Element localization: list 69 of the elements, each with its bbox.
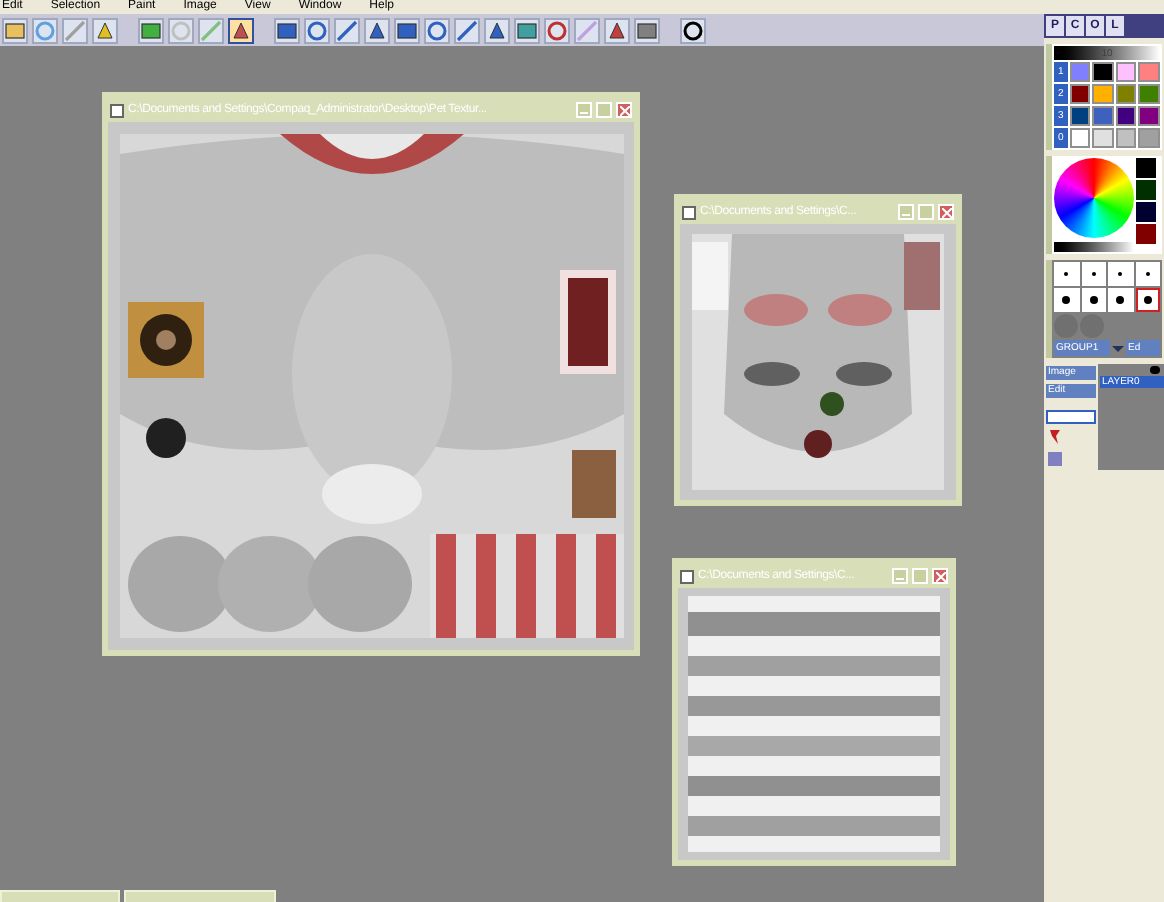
color-swatch[interactable] xyxy=(1069,128,1091,148)
color-swatch[interactable] xyxy=(1115,106,1137,126)
close-button[interactable] xyxy=(932,568,948,584)
color-swatch[interactable] xyxy=(1069,62,1091,82)
toolbar-button[interactable] xyxy=(680,17,706,43)
toolbar-button[interactable] xyxy=(634,17,660,43)
tool-icon xyxy=(4,19,26,41)
color-swatch[interactable] xyxy=(1115,128,1137,148)
tool-icon xyxy=(516,19,538,41)
window-icon xyxy=(680,569,694,583)
tool-icon xyxy=(230,19,252,41)
tool-icon xyxy=(636,19,658,41)
brush-preset[interactable] xyxy=(1081,288,1106,312)
close-button[interactable] xyxy=(938,204,954,220)
color-swatch[interactable] xyxy=(1138,106,1160,126)
brush-preset[interactable] xyxy=(1054,288,1079,312)
color-swatch[interactable] xyxy=(1069,84,1091,104)
tool-icon xyxy=(306,19,328,41)
color-swatch[interactable] xyxy=(1115,84,1137,104)
tool-icon xyxy=(276,19,298,41)
toolbar-button[interactable] xyxy=(484,17,510,43)
input-field[interactable] xyxy=(1046,410,1096,424)
toolbar-button[interactable] xyxy=(92,17,118,43)
tool-icon xyxy=(396,19,418,41)
color-swatch[interactable] xyxy=(1092,84,1114,104)
brush-preset[interactable] xyxy=(1108,288,1133,312)
toolbar-button[interactable] xyxy=(228,17,254,43)
color-swatch[interactable] xyxy=(1138,84,1160,104)
color-swatch[interactable] xyxy=(1092,62,1114,82)
tool-icon xyxy=(682,19,704,41)
window-icon xyxy=(110,103,124,117)
color-swatch[interactable] xyxy=(1138,62,1160,82)
window-icon xyxy=(682,205,696,219)
current-color[interactable] xyxy=(1136,224,1156,244)
current-color[interactable] xyxy=(1136,158,1156,178)
tool-icon xyxy=(486,19,508,41)
tool-icon xyxy=(546,19,568,41)
close-button[interactable] xyxy=(616,102,632,118)
tool-icon xyxy=(336,19,358,41)
dropdown-arrow-icon[interactable] xyxy=(1112,340,1124,356)
tool-icon xyxy=(456,19,478,41)
toolbar-button[interactable] xyxy=(274,17,300,43)
color-swatch[interactable] xyxy=(1115,62,1137,82)
color-swatch[interactable] xyxy=(1092,106,1114,126)
color-swatch[interactable] xyxy=(1138,128,1160,148)
color-swatch[interactable] xyxy=(1069,106,1091,126)
tool-icon xyxy=(34,19,56,41)
color-wheel[interactable] xyxy=(1054,158,1134,238)
tool-icon xyxy=(170,19,192,41)
gradient-bar xyxy=(1054,242,1134,252)
brush-preset[interactable] xyxy=(1135,288,1160,312)
tool-icon xyxy=(140,19,162,41)
current-color[interactable] xyxy=(1136,180,1156,200)
tool-icon xyxy=(366,19,388,41)
close-icon xyxy=(941,207,951,217)
close-icon xyxy=(935,571,945,581)
tool-icon xyxy=(200,19,222,41)
tool-icon xyxy=(426,19,448,41)
close-icon xyxy=(619,105,629,115)
toolbar-button[interactable] xyxy=(604,17,630,43)
tool-icon xyxy=(94,19,116,41)
tool-icon xyxy=(64,19,86,41)
current-color[interactable] xyxy=(1136,202,1156,222)
layer-icon[interactable] xyxy=(1046,450,1064,468)
tool-icon xyxy=(606,19,628,41)
toolbar-button[interactable] xyxy=(364,17,390,43)
tool-icon xyxy=(576,19,598,41)
color-swatch[interactable] xyxy=(1092,128,1114,148)
toolbar-button[interactable] xyxy=(394,17,420,43)
